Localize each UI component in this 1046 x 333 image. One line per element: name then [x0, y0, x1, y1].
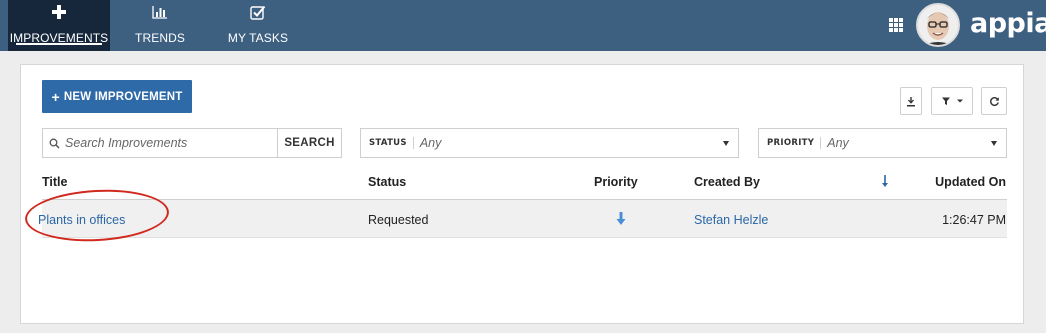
tab-trends-label: TRENDS: [135, 31, 185, 45]
tab-my-tasks[interactable]: MY TASKS: [218, 0, 298, 51]
status-filter-value: Any: [419, 136, 442, 150]
improvements-panel: + NEW IMPROVEMENT SEARCH STATUS Any PRIO…: [20, 64, 1024, 324]
row-status: Requested: [368, 213, 429, 227]
chevron-down-icon: [956, 99, 963, 103]
column-header-created-by[interactable]: Created By: [694, 175, 760, 189]
row-title-link[interactable]: Plants in offices: [38, 213, 125, 227]
tab-my-tasks-label: MY TASKS: [227, 31, 289, 45]
low-priority-arrow-icon: [616, 212, 626, 231]
column-header-updated-on[interactable]: Updated On: [935, 175, 1006, 189]
priority-filter-value: Any: [827, 136, 849, 150]
search-input[interactable]: [65, 136, 275, 150]
new-improvement-button[interactable]: + NEW IMPROVEMENT: [42, 80, 192, 113]
filter-icon: [941, 97, 950, 105]
search-input-wrapper[interactable]: [42, 128, 278, 158]
tab-trends[interactable]: TRENDS: [128, 0, 192, 51]
search-button[interactable]: SEARCH: [278, 128, 342, 158]
column-header-status[interactable]: Status: [368, 175, 406, 189]
filter-button[interactable]: [931, 87, 973, 115]
chevron-down-icon: [991, 141, 997, 146]
refresh-button[interactable]: [981, 87, 1007, 115]
checkbox-icon: [218, 5, 298, 23]
chevron-down-icon: [723, 141, 729, 146]
row-updated-on: 1:26:47 PM: [942, 213, 1006, 227]
download-icon: [907, 96, 915, 106]
user-avatar[interactable]: [916, 3, 960, 47]
column-header-title[interactable]: Title: [42, 175, 67, 189]
search-icon: [49, 138, 60, 149]
plus-icon: [8, 5, 110, 23]
priority-filter-label: PRIORITY: [767, 137, 822, 149]
app-launcher-grid-icon[interactable]: [889, 18, 903, 32]
table-row: [42, 200, 1007, 238]
priority-filter-dropdown[interactable]: PRIORITY Any: [758, 128, 1007, 158]
refresh-icon: [989, 96, 999, 106]
row-created-by-link[interactable]: Stefan Helzle: [694, 213, 768, 227]
status-filter-dropdown[interactable]: STATUS Any: [360, 128, 739, 158]
sort-down-arrow-icon[interactable]: [881, 175, 889, 193]
tab-improvements[interactable]: IMPROVEMENTS: [8, 0, 110, 51]
status-filter-label: STATUS: [369, 137, 414, 149]
new-improvement-label: NEW IMPROVEMENT: [63, 90, 183, 103]
appian-logo[interactable]: appian: [970, 8, 1046, 39]
plus-icon: +: [51, 88, 60, 105]
top-nav-bar: IMPROVEMENTS TRENDS MY TASKS appian: [0, 0, 1046, 51]
bar-chart-icon: [128, 5, 192, 23]
column-header-priority[interactable]: Priority: [594, 175, 638, 189]
tab-improvements-label: IMPROVEMENTS: [9, 31, 109, 45]
download-button[interactable]: [900, 87, 922, 115]
